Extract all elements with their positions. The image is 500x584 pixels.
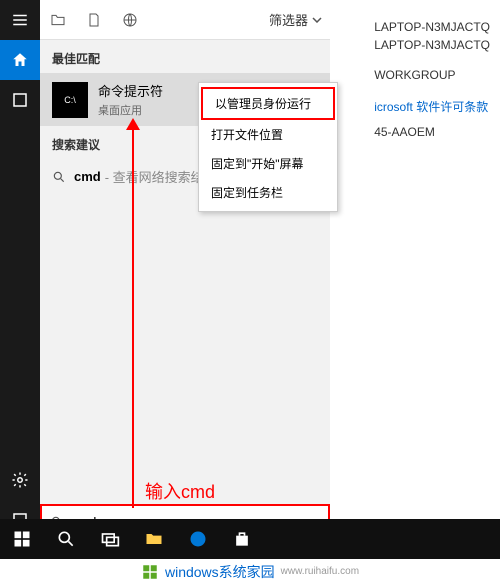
watermark: windows系统家园 www.ruihaifu.com [0, 559, 500, 584]
annotation-arrow-head [126, 118, 140, 130]
annotation-label: 输入cmd [145, 478, 215, 504]
menu-run-admin[interactable]: 以管理员身份运行 [201, 87, 335, 120]
product-id: 45-AAOEM [374, 125, 490, 139]
menu-icon[interactable] [0, 0, 40, 40]
annotation-arrow [132, 124, 134, 508]
filter-button[interactable]: 筛选器 [269, 10, 322, 29]
taskbar [0, 519, 500, 559]
watermark-logo [141, 563, 159, 581]
license-link[interactable]: icrosoft 软件许可条款 [374, 98, 490, 115]
device-name: LAPTOP-N3MJACTQ [374, 38, 490, 52]
device-name: LAPTOP-N3MJACTQ [374, 20, 490, 34]
workgroup: WORKGROUP [374, 68, 490, 82]
menu-pin-start[interactable]: 固定到"开始"屏幕 [199, 149, 337, 178]
context-menu: 以管理员身份运行 打开文件位置 固定到"开始"屏幕 固定到任务栏 [198, 82, 338, 212]
edge-icon[interactable] [176, 519, 220, 559]
explorer-icon[interactable] [132, 519, 176, 559]
search-results-panel: 筛选器 最佳匹配 C:\ 命令提示符 桌面应用 搜索建议 cmd - 查看网络搜… [40, 0, 330, 540]
store-icon[interactable] [220, 519, 264, 559]
suggestion-keyword: cmd [74, 169, 101, 184]
document-icon[interactable] [84, 10, 104, 30]
settings-icon[interactable] [0, 460, 40, 500]
apps-icon[interactable] [0, 80, 40, 120]
folder-icon[interactable] [48, 10, 68, 30]
menu-open-location[interactable]: 打开文件位置 [199, 120, 337, 149]
start-button[interactable] [0, 519, 44, 559]
search-sidebar [0, 0, 40, 540]
taskbar-search-icon[interactable] [44, 519, 88, 559]
taskview-icon[interactable] [88, 519, 132, 559]
home-icon[interactable] [0, 40, 40, 80]
web-icon[interactable] [120, 10, 140, 30]
panel-header: 筛选器 [40, 0, 330, 40]
watermark-text: windows系统家园 [165, 562, 275, 582]
system-info-panel: LAPTOP-N3MJACTQ LAPTOP-N3MJACTQ WORKGROU… [374, 20, 490, 143]
watermark-url: www.ruihaifu.com [281, 566, 359, 577]
best-match-label: 最佳匹配 [40, 40, 330, 73]
menu-pin-taskbar[interactable]: 固定到任务栏 [199, 178, 337, 207]
cmd-icon: C:\ [52, 82, 88, 118]
filter-label: 筛选器 [269, 10, 308, 29]
